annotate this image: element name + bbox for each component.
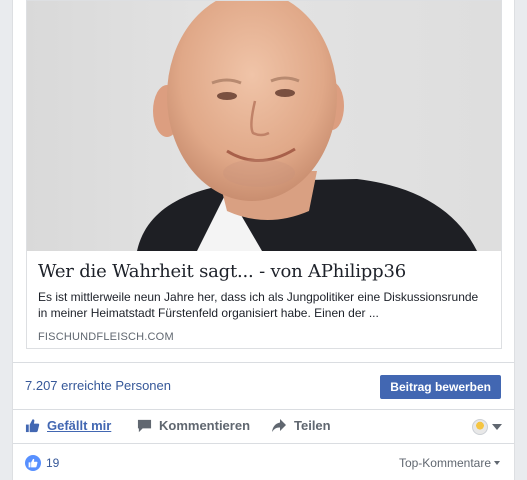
- chevron-down-icon: [492, 424, 502, 430]
- link-domain: FISCHUNDFLEISCH.COM: [38, 331, 174, 343]
- post-card: Wer die Wahrheit sagt... - von APhilipp3…: [12, 0, 515, 480]
- reactions-summary-row: 19 Top-Kommentare: [13, 443, 514, 480]
- like-reaction-icon: [25, 455, 41, 471]
- caret-down-icon: [494, 461, 500, 465]
- link-preview-text: Wer die Wahrheit sagt... - von APhilipp3…: [38, 261, 490, 343]
- likes-count-link[interactable]: 19: [25, 455, 59, 471]
- comment-button[interactable]: Kommentieren: [137, 418, 250, 433]
- people-reached-link[interactable]: 7.207 erreichte Personen: [25, 378, 171, 393]
- link-description: Es ist mittlerweile neun Jahre her, dass…: [38, 290, 479, 320]
- comment-sort-dropdown[interactable]: Top-Kommentare: [399, 456, 500, 470]
- comment-label: Kommentieren: [159, 418, 251, 433]
- action-bar: Gefällt mir Kommentieren Teilen: [13, 409, 514, 443]
- reach-row: 7.207 erreichte Personen Beitrag bewerbe…: [13, 362, 514, 409]
- share-button[interactable]: Teilen: [271, 418, 331, 433]
- portrait-photo-icon: [137, 1, 477, 251]
- thumbs-up-icon: [25, 419, 40, 433]
- post-as-selector[interactable]: [472, 419, 502, 435]
- boost-post-button[interactable]: Beitrag bewerben: [380, 375, 501, 399]
- link-preview-card[interactable]: Wer die Wahrheit sagt... - von APhilipp3…: [26, 0, 502, 349]
- link-title[interactable]: Wer die Wahrheit sagt... - von APhilipp3…: [38, 261, 490, 283]
- share-label: Teilen: [294, 418, 331, 433]
- sort-label: Top-Kommentare: [398, 456, 491, 470]
- page-avatar-icon: [472, 419, 488, 435]
- comment-icon: [137, 419, 152, 433]
- like-label: Gefällt mir: [47, 418, 112, 433]
- like-button[interactable]: Gefällt mir: [25, 418, 111, 433]
- share-arrow-icon: [272, 419, 286, 432]
- link-preview-image[interactable]: [27, 1, 501, 251]
- like-count: 19: [46, 456, 60, 470]
